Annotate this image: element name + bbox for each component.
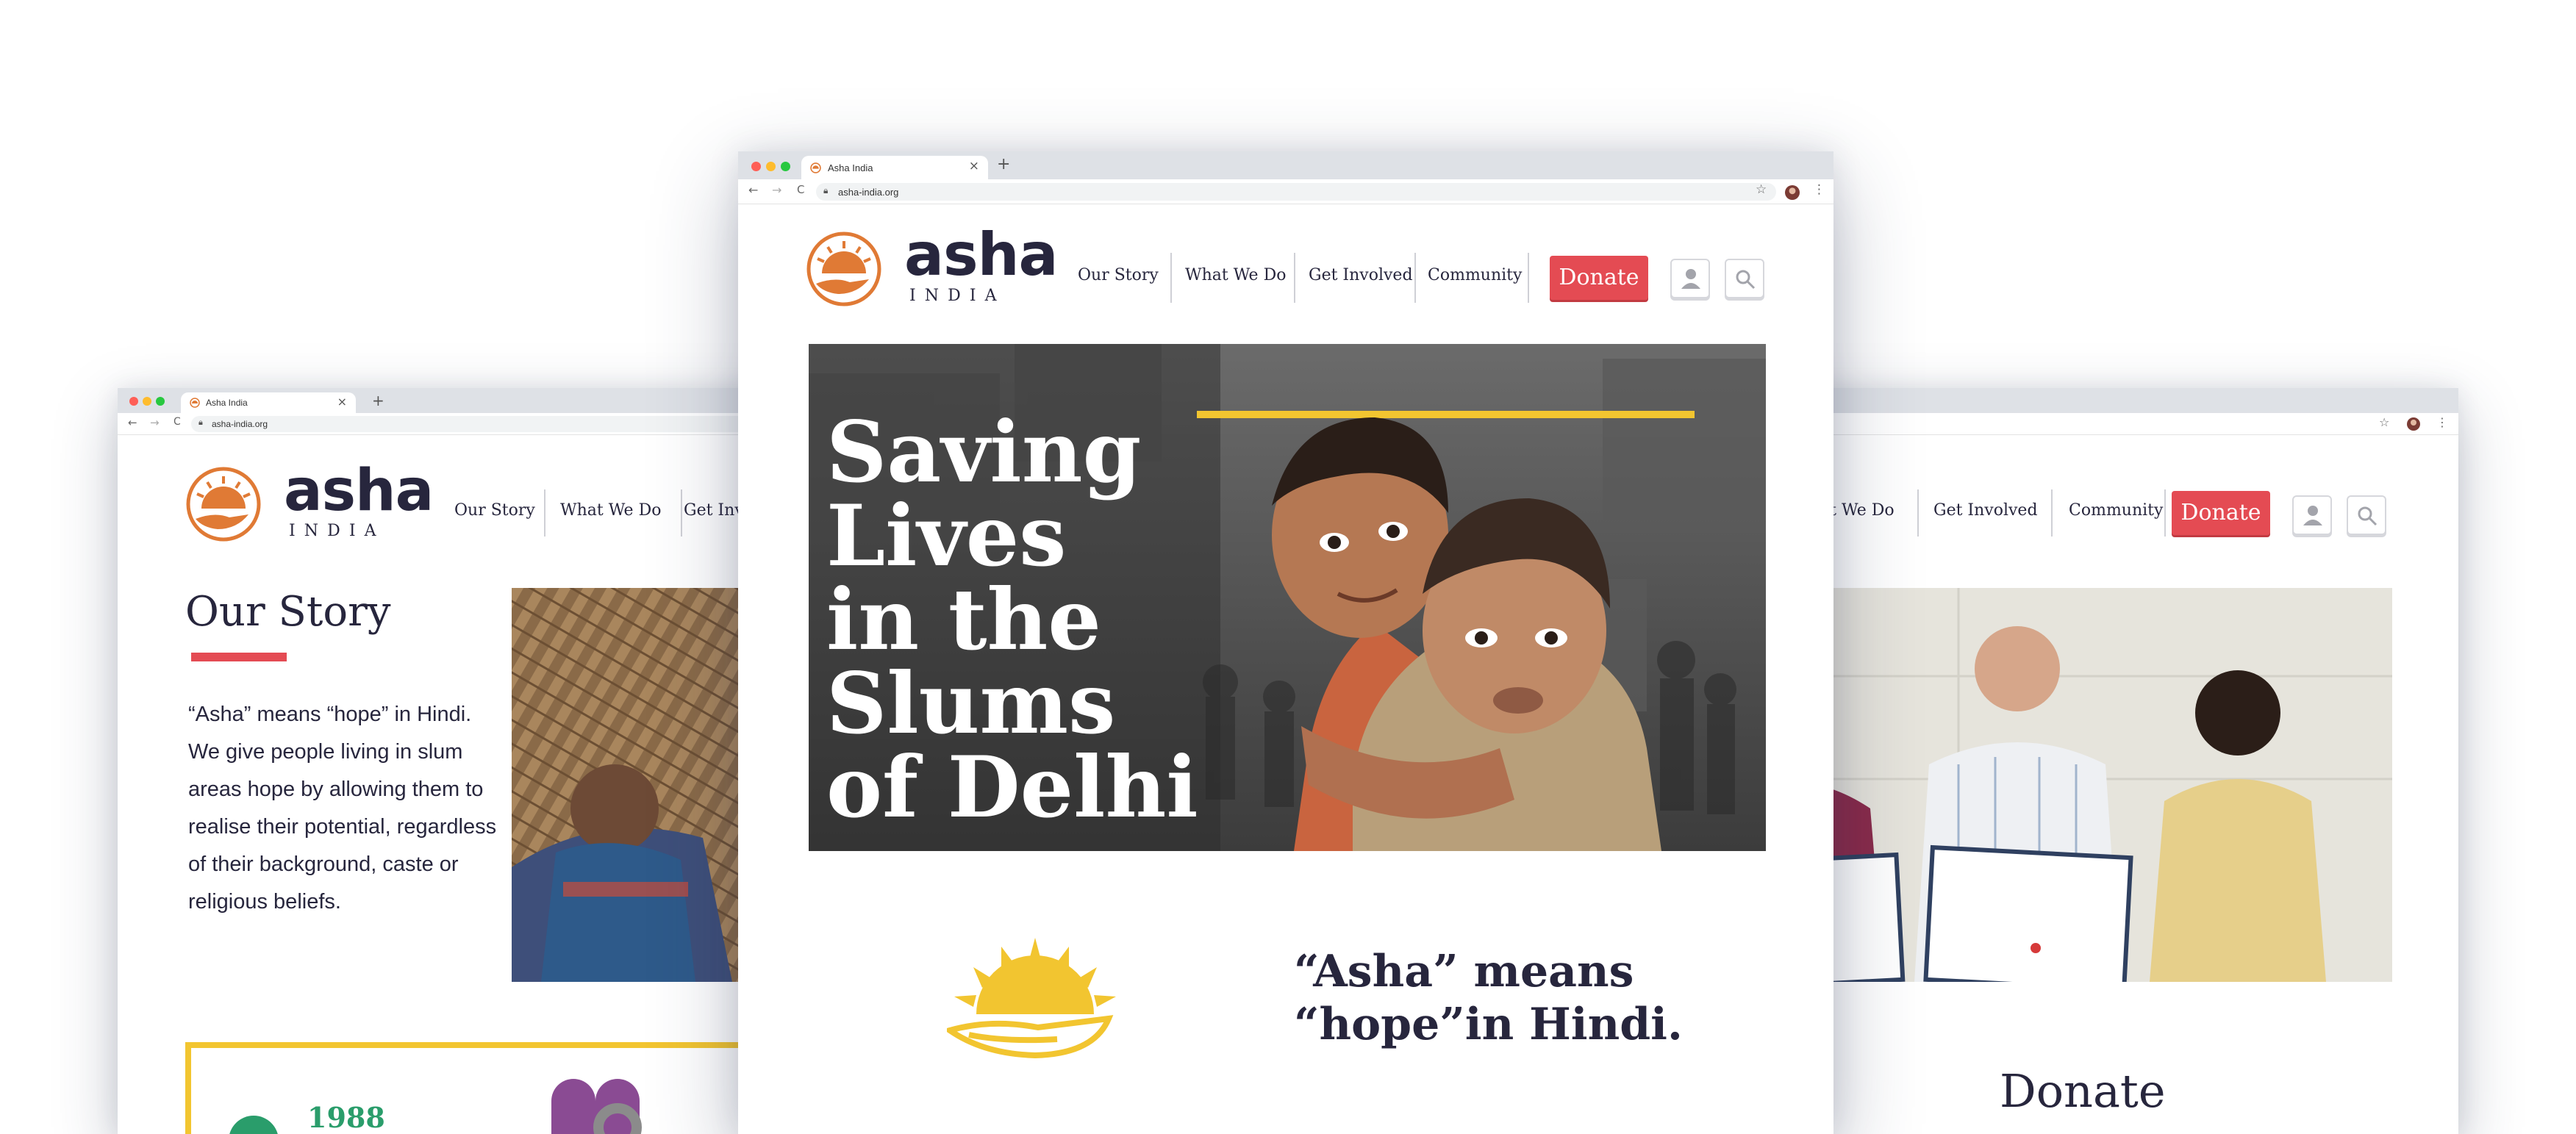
nav-our-story[interactable]: Our Story: [454, 501, 535, 520]
search-button-right[interactable]: [2347, 495, 2386, 535]
url-text-center: asha-india.org: [838, 187, 899, 198]
nav-community[interactable]: Community: [1428, 266, 1522, 284]
browser-tab[interactable]: Asha India ×: [181, 392, 356, 413]
star-icon[interactable]: ☆: [1756, 182, 1767, 197]
search-icon: [2358, 506, 2378, 526]
history-year: 1988: [307, 1101, 385, 1134]
hero-kids-photo: [1272, 417, 1661, 851]
back-icon[interactable]: ←: [748, 183, 758, 197]
heart-icon: [551, 1079, 642, 1134]
page-title: Our Story: [185, 588, 391, 636]
nav-get-involved[interactable]: Get Involved: [1309, 266, 1413, 284]
nav-community-right[interactable]: Community: [2069, 501, 2163, 520]
brand-tagline: INDIA: [909, 287, 1006, 305]
donate-heading: Donate: [2000, 1064, 2166, 1118]
new-tab-button[interactable]: +: [372, 392, 384, 409]
profile-avatar[interactable]: [2407, 417, 2420, 431]
sun-hand-icon: [947, 938, 1116, 1059]
donate-button[interactable]: Donate: [1550, 256, 1648, 300]
profile-avatar[interactable]: [1785, 185, 1800, 200]
nav-what-we-do[interactable]: What We Do: [560, 501, 661, 520]
search-button[interactable]: [1725, 259, 1764, 298]
tree-icon: [229, 1116, 278, 1134]
tab-title: Asha India: [206, 398, 248, 408]
brand-tagline: INDIA: [289, 522, 385, 540]
user-icon: [1681, 269, 1700, 289]
meaning-text: “Asha” means “hope”in Hindi.: [1294, 946, 1683, 1050]
forward-icon[interactable]: →: [772, 183, 781, 197]
back-icon[interactable]: ←: [128, 416, 137, 429]
new-tab-button-center[interactable]: +: [997, 155, 1010, 173]
nav-our-story[interactable]: Our Story: [1078, 266, 1159, 284]
search-icon: [1736, 270, 1756, 290]
asha-logo-icon: [186, 467, 261, 542]
brand-name[interactable]: asha: [284, 462, 434, 520]
favicon-icon: [190, 398, 200, 408]
asha-logo-icon[interactable]: [806, 231, 882, 307]
lock-icon: 🔒︎: [198, 417, 203, 427]
tab-close-icon[interactable]: ×: [337, 395, 347, 409]
address-bar-row-center: ← → C 🔒︎ asha-india.org ☆ ⋮: [738, 179, 1833, 204]
brand-name[interactable]: asha: [904, 225, 1059, 285]
forward-icon[interactable]: →: [150, 416, 160, 429]
menu-icon[interactable]: ⋮: [1813, 182, 1825, 197]
url-bar-center[interactable]: 🔒︎ asha-india.org: [816, 183, 1776, 201]
browser-window-center: Asha India × + ← → C 🔒︎ asha-india.org ☆…: [738, 151, 1833, 1134]
tab-bar-center: Asha India × +: [738, 151, 1833, 179]
story-paragraph: “Asha” means “hope” in Hindi. We give pe…: [188, 703, 497, 914]
hero-headline: Saving Lives in the Slums of Delhi: [826, 403, 1198, 836]
reload-icon[interactable]: C: [173, 416, 181, 428]
mockup-stage: Asha India × + ← → C 🔒︎ asha-india.org a…: [0, 0, 2576, 1134]
account-button[interactable]: [1670, 259, 1710, 298]
account-button-right[interactable]: [2292, 495, 2332, 535]
star-icon[interactable]: ☆: [2379, 415, 2389, 429]
browser-tab-center[interactable]: Asha India ×: [801, 156, 988, 179]
user-icon: [2303, 506, 2322, 525]
url-text: asha-india.org: [212, 419, 268, 429]
menu-icon[interactable]: ⋮: [2436, 415, 2448, 429]
tab-title-center: Asha India: [828, 162, 873, 173]
nav-what-we-do[interactable]: What We Do: [1185, 266, 1286, 284]
lock-icon: 🔒︎: [823, 185, 829, 195]
reload-icon[interactable]: C: [797, 183, 804, 196]
heading-underline: [191, 653, 287, 661]
favicon-icon: [810, 162, 821, 173]
donate-button-right[interactable]: Donate: [2172, 491, 2270, 535]
tab-close-icon[interactable]: ×: [969, 159, 979, 173]
hero-banner: Saving Lives in the Slums of Delhi: [809, 344, 1766, 1134]
nav-get-involved-right[interactable]: Get Involved: [1933, 501, 2038, 520]
